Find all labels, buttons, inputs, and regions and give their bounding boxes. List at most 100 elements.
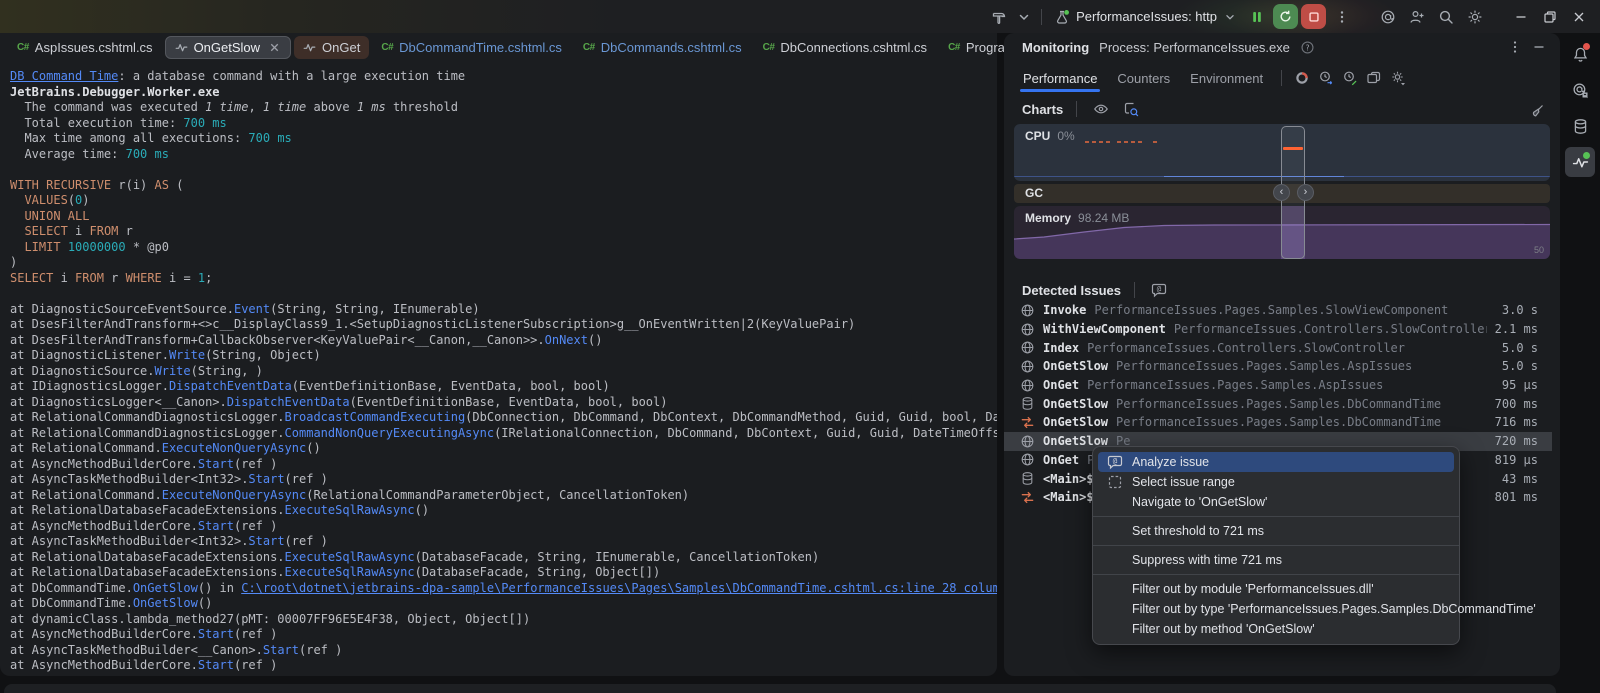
code-line: WITH RECURSIVE r(i) AS ( [10, 178, 997, 194]
code-link[interactable]: Write [155, 364, 191, 378]
tab-environment[interactable]: Environment [1181, 63, 1272, 93]
code-link[interactable]: Start [198, 627, 234, 641]
code-link[interactable]: ExecuteNonQueryAsync [162, 441, 307, 455]
code-link[interactable]: OnGetSlow [133, 581, 198, 595]
issue-row-ongetslow[interactable]: OnGetSlowPerformanceIssues.Pages.Samples… [1004, 357, 1552, 376]
issue-namespace: PerformanceIssues.Pages.Samples.AspIssue… [1116, 359, 1494, 373]
analyze-bubble-icon[interactable]: @ [1148, 279, 1170, 301]
code-line: at DsesFilterAndTransform+<>c__DisplayCl… [10, 317, 997, 333]
editor-tab-dbcommands-cshtml-cs[interactable]: C#DbCommands.cshtml.cs [574, 36, 751, 59]
rerun-button[interactable] [1273, 4, 1298, 29]
editor-tab-onget[interactable]: OnGet [294, 36, 369, 59]
code-link[interactable]: Write [169, 348, 205, 362]
menu-item-select-issue-range[interactable]: Select issue range [1098, 472, 1454, 492]
csharp-file-icon: C# [381, 42, 393, 53]
window-close-button[interactable] [1566, 4, 1592, 30]
bottom-panel-edge[interactable] [4, 684, 1556, 693]
code-link[interactable]: BroadcastCommandExecuting [285, 410, 466, 424]
menu-item-filter-out-by[interactable]: Filter out by type 'PerformanceIssues.Pa… [1098, 599, 1454, 619]
window-minimize-button[interactable] [1508, 4, 1534, 30]
code-link[interactable]: Start [198, 519, 234, 533]
editor-tab-dbconnections-cshtml-cs[interactable]: C#DbConnections.cshtml.cs [754, 36, 936, 59]
code-link[interactable]: Start [248, 472, 284, 486]
code-link[interactable]: Start [263, 643, 299, 657]
menu-item-filter-out-by[interactable]: Filter out by module 'PerformanceIssues.… [1098, 579, 1454, 599]
help-icon[interactable]: ? [1300, 40, 1315, 55]
code-link[interactable]: ExecuteSqlRawAsync [285, 550, 415, 564]
process-label: Process: PerformanceIssues.exe [1099, 40, 1290, 55]
code-link[interactable]: DispatchEventData [169, 379, 292, 393]
window-restore-button[interactable] [1537, 4, 1563, 30]
zoom-to-selection-icon[interactable] [1120, 98, 1142, 120]
run-more-kebab-icon[interactable] [1329, 4, 1355, 30]
menu-item-suppress-with-time[interactable]: Suppress with time 721 ms [1098, 550, 1454, 570]
issue-row-withviewcomponent[interactable]: WithViewComponentPerformanceIssues.Contr… [1004, 320, 1552, 339]
editor-pane[interactable]: DB Command Time: a database command with… [0, 61, 997, 676]
tab-performance[interactable]: Performance [1014, 63, 1106, 93]
code-link[interactable]: CommandNonQueryExecutingAsync [285, 426, 495, 440]
menu-item-filter-out-by[interactable]: Filter out by method 'OnGetSlow' [1098, 619, 1454, 639]
build-hammer-icon[interactable] [986, 4, 1012, 30]
editor-tab-dbcommandtime-cshtml-cs[interactable]: C#DbCommandTime.cshtml.cs [372, 36, 571, 59]
csharp-file-icon: C# [17, 42, 29, 53]
selection-prev-chevron[interactable]: ‹ [1273, 184, 1290, 201]
clear-charts-broom-icon[interactable] [1524, 98, 1550, 124]
stop-button[interactable] [1301, 4, 1326, 29]
code-link[interactable]: OnGetSlow [133, 596, 198, 610]
monitoring-pulse-icon[interactable] [1565, 147, 1595, 177]
threshold-clock-icon[interactable] [1315, 67, 1337, 89]
build-chevron-icon[interactable] [1015, 4, 1033, 30]
sql-command-icon [1020, 415, 1035, 430]
code-link[interactable]: OnNext [545, 333, 588, 347]
issue-row-onget[interactable]: OnGetPerformanceIssues.Pages.Samples.Asp… [1004, 376, 1552, 395]
code-link[interactable]: DB Command Time [10, 69, 118, 83]
issue-row-invoke[interactable]: InvokePerformanceIssues.Pages.Samples.Sl… [1004, 301, 1552, 320]
panel-hide-minimize-icon[interactable] [1528, 36, 1550, 58]
selection-next-chevron[interactable]: › [1297, 184, 1314, 201]
monitoring-settings-gear-icon[interactable] [1387, 67, 1409, 89]
menu-item-set-threshold-to[interactable]: Set threshold to 721 ms [1098, 521, 1454, 541]
issue-row-ongetslow[interactable]: OnGetSlowPerformanceIssues.Pages.Samples… [1004, 413, 1552, 432]
cpu-spike-mark [1085, 141, 1112, 143]
issue-row-index[interactable]: IndexPerformanceIssues.Controllers.SlowC… [1004, 338, 1552, 357]
detected-issues-title: Detected Issues [1022, 283, 1121, 298]
menu-item-analyze-issue[interactable]: @Analyze issue [1098, 452, 1454, 472]
visibility-eye-icon[interactable] [1090, 98, 1112, 120]
issue-method: OnGet [1043, 453, 1079, 467]
code-link[interactable]: DispatchEventData [227, 395, 350, 409]
issue-row-ongetslow[interactable]: OnGetSlowPerformanceIssues.Pages.Samples… [1004, 394, 1552, 413]
menu-icon-spacer [1107, 494, 1123, 510]
profile-donut-icon[interactable] [1291, 67, 1313, 89]
editor-tab-aspissues-cshtml-cs[interactable]: C#AspIssues.cshtml.cs [8, 36, 162, 59]
database-tool-icon[interactable] [1565, 111, 1595, 141]
web-request-icon [1020, 452, 1035, 467]
tab-close-icon[interactable] [268, 41, 281, 54]
run-configuration-widget[interactable]: PerformanceIssues: http [1050, 4, 1241, 30]
main-toolbar: PerformanceIssues: http [0, 0, 1600, 33]
panel-options-kebab-icon[interactable] [1504, 36, 1526, 58]
code-link[interactable]: Start [248, 534, 284, 548]
code-link[interactable]: Event [234, 302, 270, 316]
code-link[interactable]: ExecuteNonQueryAsync [162, 488, 307, 502]
pause-button[interactable] [1244, 4, 1270, 30]
code-with-me-add-user-icon[interactable] [1404, 4, 1430, 30]
code-link[interactable]: C:\root\dotnet\jetbrains-dpa-sample\Perf… [241, 581, 997, 595]
edit-time-clock-icon[interactable] [1339, 67, 1361, 89]
code-link[interactable]: Start [198, 658, 234, 672]
ai-chat-icon[interactable] [1565, 75, 1595, 105]
issue-duration: 43 ms [1502, 472, 1538, 486]
code-link[interactable]: ExecuteSqlRawAsync [285, 503, 415, 517]
settings-gear-icon[interactable] [1462, 4, 1488, 30]
code-link[interactable]: ExecuteSqlRawAsync [285, 565, 415, 579]
code-line: at AsyncMethodBuilderCore.Start(ref ) [10, 519, 997, 535]
tab-counters[interactable]: Counters [1108, 63, 1179, 93]
code-line: at DbCommandTime.OnGetSlow() in C:\root\… [10, 581, 997, 597]
code-link[interactable]: Start [198, 457, 234, 471]
notifications-bell-icon[interactable] [1565, 39, 1595, 69]
search-everywhere-icon[interactable] [1433, 4, 1459, 30]
ai-assistant-icon[interactable] [1375, 4, 1401, 30]
editor-tab-ongetslow[interactable]: OnGetSlow [165, 36, 291, 59]
snapshots-layers-icon[interactable] [1363, 67, 1385, 89]
database-icon [1020, 396, 1035, 411]
menu-item-navigate-to-ongetslow[interactable]: Navigate to 'OnGetSlow' [1098, 492, 1454, 512]
